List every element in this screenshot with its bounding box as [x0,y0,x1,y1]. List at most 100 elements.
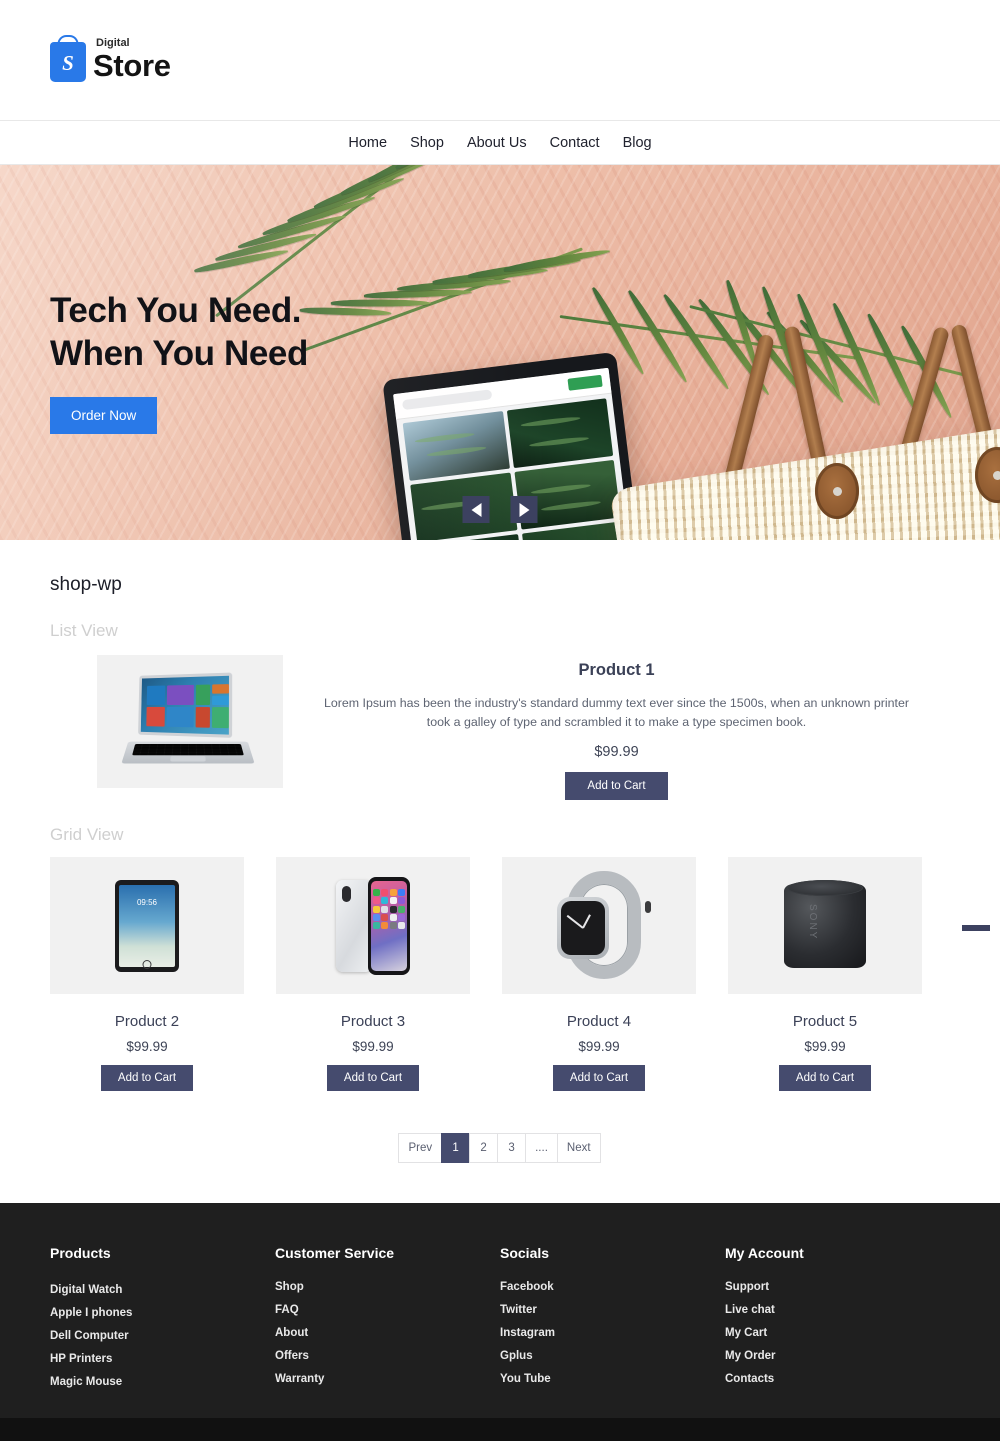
footer-link-faq[interactable]: FAQ [275,1304,500,1316]
hero-carousel-controls [462,496,538,523]
footer-link-my-cart[interactable]: My Cart [725,1327,950,1339]
add-to-cart-button[interactable]: Add to Cart [326,1065,420,1092]
footer-link-instagram[interactable]: Instagram [500,1327,725,1339]
footer-link-apple-i-phones[interactable]: Apple I phones [50,1307,275,1319]
product-card: Product 2 $99.99 Add to Cart [50,857,244,1092]
pagination-page-3[interactable]: 3 [497,1133,527,1164]
hero-banner: Hel Tech You Need. When You Need Order N… [0,165,1000,540]
product-image-smartwatch[interactable] [502,857,696,995]
grid-view-label: Grid View [50,825,124,845]
chevron-right-icon [519,502,529,517]
product-card: Product 4 $99.99 Add to Cart [502,857,696,1092]
tablet-home-button [142,959,152,969]
footer-link-facebook[interactable]: Facebook [500,1281,725,1293]
bluetooth-speaker-icon: SONY [784,879,866,968]
watch-case [557,896,609,959]
watch-face [561,900,605,955]
pagination-page-1[interactable]: 1 [441,1133,471,1164]
footer-column-customer-service: Customer Service Shop FAQ About Offers W… [275,1245,500,1418]
carousel-next-button[interactable] [510,496,538,523]
site-footer: Products Digital Watch Apple I phones De… [0,1203,1000,1419]
overflow-item-indicator [962,925,990,932]
product-image-laptop-tablet-hybrid[interactable] [97,655,283,788]
order-now-button[interactable]: Order Now [50,397,158,435]
nav-item-shop[interactable]: Shop [410,135,444,151]
pagination-page-2[interactable]: 2 [469,1133,499,1164]
footer-link-support[interactable]: Support [725,1281,950,1293]
product-name: Product 5 [792,1013,858,1031]
product-image-smartphone[interactable] [276,857,470,995]
product-price: $99.99 [352,1039,394,1055]
product-image-tablet[interactable] [50,857,244,995]
pagination-prev[interactable]: Prev [398,1133,443,1164]
footer-column-title: Products [50,1245,111,1262]
nav-item-blog[interactable]: Blog [623,135,652,151]
footer-link-my-order[interactable]: My Order [725,1350,950,1362]
footer-link-hp-printers[interactable]: HP Printers [50,1353,275,1365]
page-title: shop-wp [50,574,122,595]
watch-crown [645,900,651,913]
footer-link-offers[interactable]: Offers [275,1350,500,1362]
smartphone-icon [336,876,410,975]
footer-column-title: Customer Service [275,1245,395,1262]
footer-link-twitter[interactable]: Twitter [500,1304,725,1316]
nav-item-about-us[interactable]: About Us [467,135,527,151]
shopping-bag-icon: S [50,42,86,82]
smartphone-front [368,876,410,975]
product-description: Lorem Ipsum has been the industry's stan… [323,696,910,730]
footer-link-contacts[interactable]: Contacts [725,1373,950,1385]
logo-mark-letter: S [62,50,74,75]
pagination-ellipsis[interactable]: .... [525,1133,558,1164]
site-header: S Digital Store [0,0,1000,121]
hero-heading-line-2: When You Need [50,333,308,373]
product-card: Product 3 $99.99 Add to Cart [276,857,470,1092]
hero-content: Tech You Need. When You Need Order Now [0,165,1000,435]
laptop-keyboard [121,741,255,764]
footer-link-gplus[interactable]: Gplus [500,1350,725,1362]
add-to-cart-button[interactable]: Add to Cart [565,772,668,801]
footer-link-magic-mouse[interactable]: Magic Mouse [50,1376,275,1388]
product-price: $99.99 [578,1039,620,1055]
footer-link-about[interactable]: About [275,1327,500,1339]
nav-item-contact[interactable]: Contact [550,135,600,151]
footer-link-you-tube[interactable]: You Tube [500,1373,725,1385]
logo-text: Digital Store [93,38,171,82]
smartphone-back [336,879,372,972]
footer-column-products: Products Digital Watch Apple I phones De… [50,1245,275,1418]
product-list-info: Product 1 Lorem Ipsum has been the indus… [283,655,950,801]
nav-item-home[interactable]: Home [348,135,387,151]
footer-link-live-chat[interactable]: Live chat [725,1304,950,1316]
footer-link-dell-computer[interactable]: Dell Computer [50,1330,275,1342]
laptop-screen [138,672,233,738]
copyright-bar: WordPress Theme Designed With TemplateTo… [0,1418,1000,1441]
speaker-body [784,883,866,968]
product-grid: Product 2 $99.99 Add to Cart [50,857,990,1092]
smartwatch-icon [551,870,651,981]
site-logo[interactable]: S Digital Store [50,38,171,82]
carousel-prev-button[interactable] [462,496,490,523]
laptop-tablet-hybrid-icon [121,672,255,769]
product-name: Product 1 [578,661,655,679]
footer-column-my-account: My Account Support Live chat My Cart My … [725,1245,950,1418]
footer-link-warranty[interactable]: Warranty [275,1373,500,1385]
hero-heading: Tech You Need. When You Need [50,290,1000,375]
add-to-cart-button[interactable]: Add to Cart [778,1065,872,1092]
footer-link-shop[interactable]: Shop [275,1281,500,1293]
pagination-next[interactable]: Next [556,1133,601,1164]
list-view-label: List View [50,621,118,640]
footer-column-socials: Socials Facebook Twitter Instagram Gplus… [500,1245,725,1418]
product-list-row: Product 1 Lorem Ipsum has been the indus… [50,655,950,801]
add-to-cart-button[interactable]: Add to Cart [100,1065,194,1092]
product-image-bluetooth-speaker[interactable]: SONY [728,857,922,995]
footer-column-title: Socials [500,1245,550,1262]
footer-link-digital-watch[interactable]: Digital Watch [50,1284,275,1296]
product-name: Product 3 [340,1013,406,1031]
main-navigation: Home Shop About Us Contact Blog [0,121,1000,165]
product-name: Product 2 [114,1013,180,1031]
add-to-cart-button[interactable]: Add to Cart [552,1065,646,1092]
shop-section: shop-wp List View Product 1 Lorem Ipsum … [0,540,1000,1164]
speaker-brand-label: SONY [807,903,818,941]
speaker-top [787,879,863,896]
smartphone-screen [371,880,407,971]
hero-heading-line-1: Tech You Need. [50,291,302,330]
